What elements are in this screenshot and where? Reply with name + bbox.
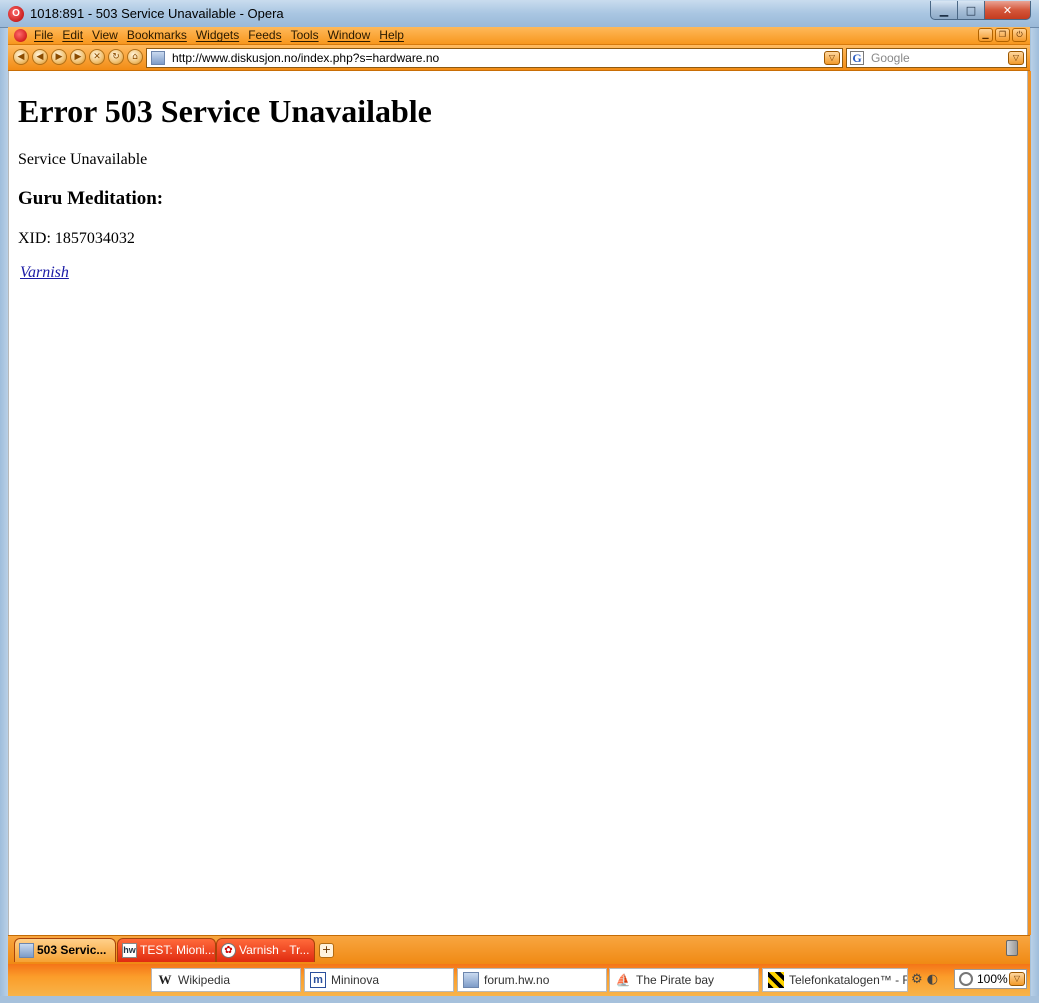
guru-meditation-heading: Guru Meditation: [18,188,164,209]
search-box[interactable]: G Google ▽ [846,48,1027,68]
tab-label: 503 Servic... [37,943,107,957]
menu-tools[interactable]: Tools [291,28,319,42]
close-button[interactable]: ✕ [985,1,1031,20]
zoom-icon [959,972,973,986]
menu-help[interactable]: Help [379,28,404,42]
bookmark-forum-hw[interactable]: forum.hw.no [457,968,607,992]
search-input[interactable]: Google [871,51,910,65]
back-icon[interactable]: ◀ [13,49,29,65]
stop-icon[interactable]: ✕ [89,49,105,65]
error-heading: Error 503 Service Unavailable [18,93,432,129]
zoom-value: 100% [977,972,1008,986]
site-favicon-icon [151,51,165,65]
bookmark-pirate-bay[interactable]: ⛵ The Pirate bay [609,968,759,992]
menu-list: File Edit View Bookmarks Widgets Feeds T… [34,28,404,42]
pirate-ship-icon: ⛵ [615,973,631,987]
window-controls: ▁ □ ✕ [930,1,1031,20]
window-frame-right [1031,28,1039,1003]
bookmark-label: forum.hw.no [484,973,550,987]
trash-icon[interactable] [1006,940,1018,956]
bookmark-label: Mininova [331,973,380,987]
opera-logo-icon: O [8,6,24,22]
tab-varnish[interactable]: ✿ Varnish - Tr... [216,938,315,962]
doc-close-icon[interactable]: ⏻ [1012,28,1027,42]
rewind-icon[interactable]: ◀ [32,49,48,65]
varnish-logo-icon: ✿ [221,943,236,958]
address-input[interactable]: http://www.diskusjon.no/index.php?s=hard… [172,51,439,65]
navigation-toolbar: ◀ ◀ ▶ ▶ ✕ ↻ ⌂ http://www.diskusjon.no/in… [8,45,1030,71]
turbo-icon[interactable]: ⚙ [911,972,923,987]
tab-test-mininova[interactable]: hw TEST: Mioni... [117,938,216,962]
reload-icon[interactable]: ↻ [108,49,124,65]
forward-icon[interactable]: ▶ [70,49,86,65]
menu-widgets[interactable]: Widgets [196,28,239,42]
bookmark-wikipedia[interactable]: W Wikipedia [151,968,301,992]
error-message: Service Unavailable [18,151,148,168]
hw-logo-icon: hw [122,943,137,958]
mininova-icon: m [310,972,326,988]
opera-menu-icon[interactable] [14,29,27,42]
panel-toggle-strip[interactable] [1028,71,1031,935]
minimize-button[interactable]: ▁ [930,1,958,20]
tab-503-service-unavailable[interactable]: 503 Servic... [14,938,116,962]
status-icons: ⚙ ◐ [911,972,938,987]
window-frame-left [0,28,8,1003]
page-icon [463,972,479,988]
maximize-button[interactable]: □ [958,1,985,20]
fast-forward-icon[interactable]: ▶ [51,49,67,65]
tab-bar: 503 Servic... hw TEST: Mioni... ✿ Varnis… [8,935,1030,964]
bookmark-label: Wikipedia [178,973,231,987]
menu-edit[interactable]: Edit [62,28,83,42]
page-viewport[interactable]: Error 503 Service Unavailable Service Un… [8,71,1028,935]
zoom-dropdown-icon[interactable]: ▽ [1009,972,1025,986]
telefonkatalogen-icon [768,972,784,988]
window-title-bar[interactable]: O 1018:891 - 503 Service Unavailable - O… [0,0,1039,28]
menu-view[interactable]: View [92,28,118,42]
menu-file[interactable]: File [34,28,53,42]
home-icon[interactable]: ⌂ [127,49,143,65]
new-tab-button[interactable]: + [319,943,334,958]
search-dropdown-icon[interactable]: ▽ [1008,51,1024,65]
menu-bar: File Edit View Bookmarks Widgets Feeds T… [8,27,1030,45]
tab-label: Varnish - Tr... [239,943,310,957]
page-icon [19,943,34,958]
bookmark-label: The Pirate bay [636,973,715,987]
personal-bar: W Wikipedia m Mininova forum.hw.no ⛵ The… [8,964,1030,996]
doc-minimize-icon[interactable]: ▁ [978,28,993,42]
menu-window[interactable]: Window [328,28,371,42]
images-toggle-icon[interactable]: ◐ [927,972,938,987]
wikipedia-icon: W [158,972,172,987]
menu-feeds[interactable]: Feeds [248,28,281,42]
address-bar[interactable]: http://www.diskusjon.no/index.php?s=hard… [146,48,843,68]
tab-label: TEST: Mioni... [140,943,215,957]
bookmark-label: Telefonkatalogen™ - Fi [789,973,908,987]
window-title: 1018:891 - 503 Service Unavailable - Ope… [30,6,284,21]
zoom-control[interactable]: 100% ▽ [954,969,1027,989]
xid-text: XID: 1857034032 [18,230,135,247]
document-window-controls: ▁ ❐ ⏻ [978,28,1027,42]
bookmark-telefonkatalogen[interactable]: Telefonkatalogen™ - Fi [762,968,908,992]
window-frame-bottom [0,996,1039,1003]
address-dropdown-icon[interactable]: ▽ [824,51,840,65]
varnish-link[interactable]: Varnish [20,264,69,282]
doc-restore-icon[interactable]: ❐ [995,28,1010,42]
menu-bookmarks[interactable]: Bookmarks [127,28,187,42]
google-icon[interactable]: G [850,51,864,65]
bookmark-mininova[interactable]: m Mininova [304,968,454,992]
